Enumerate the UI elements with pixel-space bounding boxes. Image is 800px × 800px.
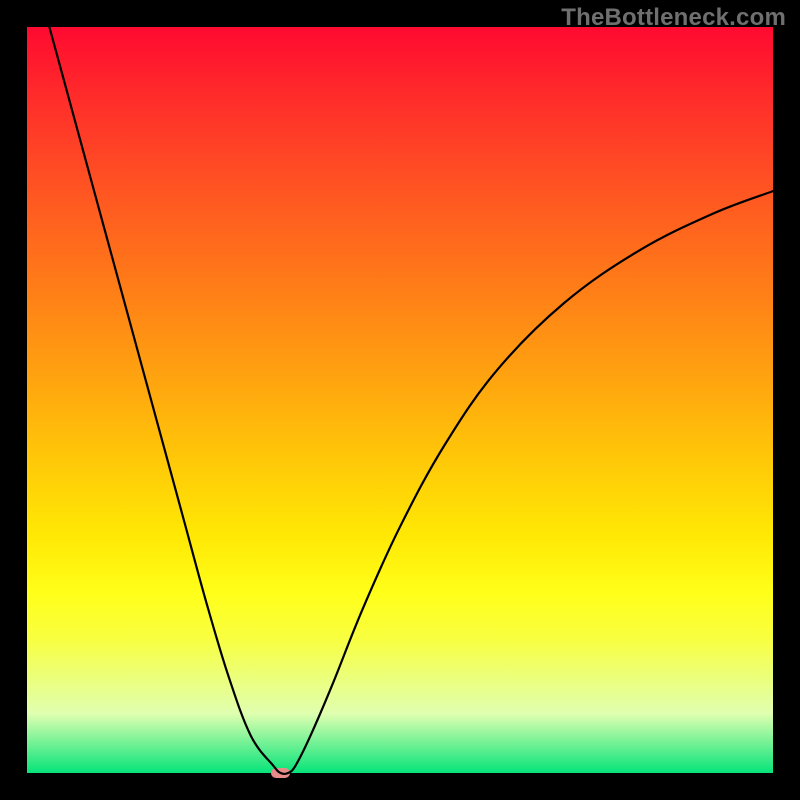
bottleneck-curve <box>27 27 773 773</box>
plot-area <box>27 27 773 773</box>
chart-frame: TheBottleneck.com <box>0 0 800 800</box>
bottleneck-curve-path <box>49 27 773 774</box>
watermark-text: TheBottleneck.com <box>561 4 786 32</box>
